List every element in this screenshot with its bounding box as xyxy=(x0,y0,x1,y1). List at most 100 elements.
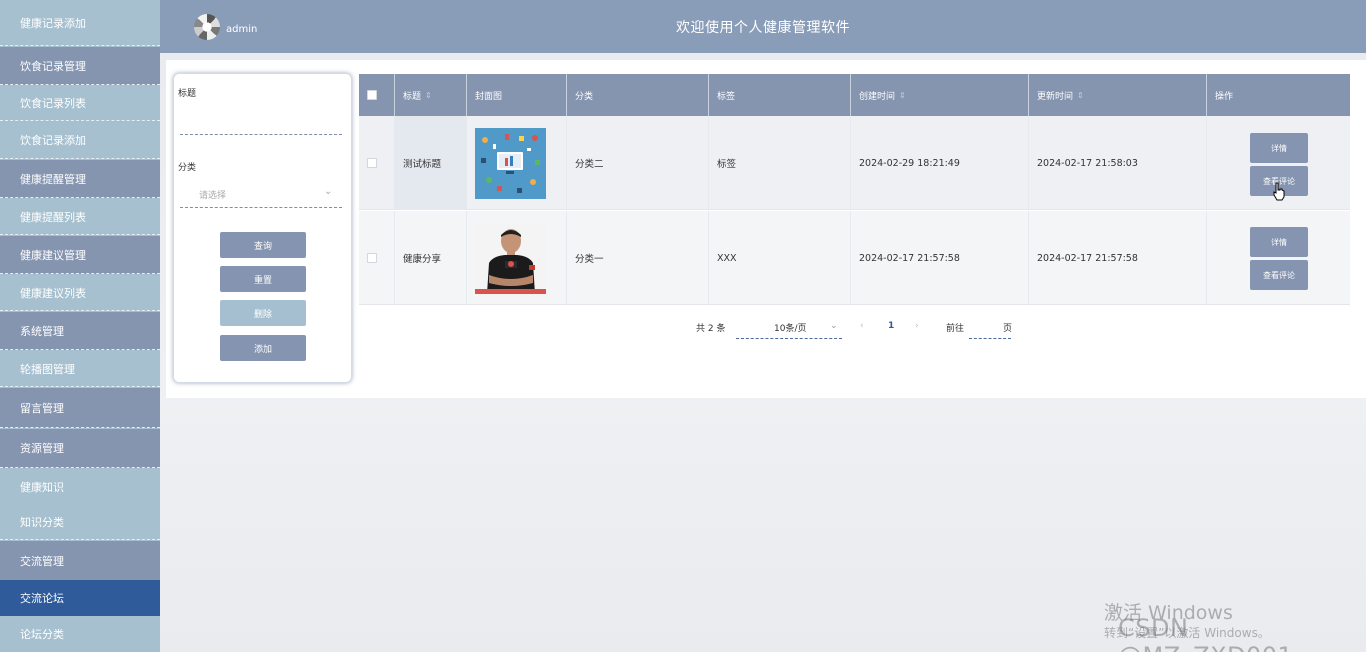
sort-icon[interactable]: ⇕ xyxy=(1077,91,1084,100)
column-label: 标签 xyxy=(717,91,736,102)
page-size-underline xyxy=(736,338,842,339)
sort-icon[interactable]: ⇕ xyxy=(899,91,906,100)
tag-cell: XXX xyxy=(709,211,851,305)
sidebar-item-advice-management[interactable]: 健康建议管理 xyxy=(0,236,160,274)
column-created[interactable]: 创建时间 ⇕ xyxy=(851,74,1029,116)
sidebar-item-reminder-list[interactable]: 健康提醒列表 xyxy=(0,199,160,235)
column-updated[interactable]: 更新时间 ⇕ xyxy=(1029,74,1207,116)
reset-button[interactable]: 重置 xyxy=(220,266,306,292)
sidebar-item-health-knowledge[interactable]: 健康知识 xyxy=(0,469,160,504)
sidebar-item-diet-list[interactable]: 饮食记录列表 xyxy=(0,86,160,121)
select-all-checkbox[interactable] xyxy=(367,90,377,100)
detail-button[interactable]: 详情 xyxy=(1250,133,1308,163)
column-label: 创建时间 xyxy=(859,91,896,102)
column-label: 操作 xyxy=(1215,91,1234,102)
sidebar-item-label: 轮播图管理 xyxy=(20,362,75,376)
select-all-cell xyxy=(359,74,395,116)
updated-cell: 2024-02-17 21:58:03 xyxy=(1029,116,1207,210)
csdn-watermark: CSDN @MZ_ZXD001 xyxy=(1118,614,1293,652)
next-page-icon[interactable]: › xyxy=(915,321,919,331)
category-select-placeholder[interactable]: 请选择 xyxy=(199,188,226,201)
cover-image[interactable] xyxy=(475,222,546,294)
sidebar-item-label: 健康建议列表 xyxy=(20,286,86,300)
detail-button[interactable]: 详情 xyxy=(1250,227,1308,257)
sidebar-item-diet-management[interactable]: 饮食记录管理 xyxy=(0,47,160,85)
sidebar-item-label: 健康建议管理 xyxy=(20,248,86,262)
sort-icon[interactable]: ⇕ xyxy=(425,91,432,100)
sidebar-item-label: 留言管理 xyxy=(20,401,64,415)
hand-cursor-icon xyxy=(1273,182,1285,201)
sidebar-item-label: 饮食记录列表 xyxy=(20,97,86,110)
goto-page-input[interactable] xyxy=(969,338,1011,339)
sidebar-item-label: 健康提醒列表 xyxy=(20,210,86,224)
delete-button[interactable]: 删除 xyxy=(220,300,306,326)
category-select[interactable] xyxy=(180,207,342,208)
sidebar-item-exchange-management[interactable]: 交流管理 xyxy=(0,541,160,580)
sidebar-item-diet-add[interactable]: 饮食记录添加 xyxy=(0,122,160,159)
sidebar-item-label: 论坛分类 xyxy=(20,628,64,641)
top-header: admin 欢迎使用个人健康管理软件 xyxy=(160,0,1366,53)
row-select-cell xyxy=(359,116,395,210)
created-cell: 2024-02-29 18:21:49 xyxy=(851,116,1029,210)
sidebar-item-carousel-management[interactable]: 轮播图管理 xyxy=(0,351,160,387)
page-size-select[interactable]: 10条/页 xyxy=(774,321,807,334)
updated-cell: 2024-02-17 21:57:58 xyxy=(1029,211,1207,305)
table-header: 标题 ⇕ 封面图 分类 标签 创建时间 ⇕ 更新时间 ⇕ 操作 xyxy=(359,74,1350,116)
row-checkbox[interactable] xyxy=(367,253,377,263)
created-cell: 2024-02-17 21:57:58 xyxy=(851,211,1029,305)
goto-suffix: 页 xyxy=(1003,324,1013,334)
cover-cell xyxy=(467,116,567,210)
sidebar-item-forum-category[interactable]: 论坛分类 xyxy=(0,616,160,652)
column-label: 封面图 xyxy=(475,91,503,102)
sidebar-item-advice-list[interactable]: 健康建议列表 xyxy=(0,275,160,311)
column-label: 分类 xyxy=(575,91,594,102)
search-button[interactable]: 查询 xyxy=(220,232,306,258)
sidebar-item-system-management[interactable]: 系统管理 xyxy=(0,312,160,350)
row-checkbox[interactable] xyxy=(367,158,377,168)
chevron-down-icon[interactable]: ⌄ xyxy=(324,186,332,197)
table-row: 测试标题 分类二 标签 2024-02-29 18:21:49 2024-02-… xyxy=(359,116,1350,210)
sidebar-item-label: 交流管理 xyxy=(20,554,64,568)
column-actions: 操作 xyxy=(1207,74,1350,116)
chevron-down-icon[interactable]: ⌄ xyxy=(830,321,838,331)
sidebar-item-label: 系统管理 xyxy=(20,324,64,338)
view-comments-button[interactable]: 查看评论 xyxy=(1250,260,1308,290)
column-label: 更新时间 xyxy=(1037,91,1074,102)
current-page[interactable]: 1 xyxy=(888,321,894,331)
sidebar-item-forum[interactable]: 交流论坛 xyxy=(0,580,160,616)
sidebar: 健康记录添加 饮食记录管理 饮食记录列表 饮食记录添加 健康提醒管理 健康提醒列… xyxy=(0,0,160,652)
tag-cell: 标签 xyxy=(709,116,851,210)
sidebar-item-label: 资源管理 xyxy=(20,442,64,455)
column-tag: 标签 xyxy=(709,74,851,116)
actions-cell xyxy=(1207,211,1350,305)
sidebar-item-label: 健康记录添加 xyxy=(20,16,86,30)
category-filter-label: 分类 xyxy=(178,163,197,173)
column-category: 分类 xyxy=(567,74,709,116)
column-label: 标题 xyxy=(403,91,422,102)
sidebar-item-message-management[interactable]: 留言管理 xyxy=(0,388,160,428)
sidebar-item-reminder-management[interactable]: 健康提醒管理 xyxy=(0,160,160,198)
add-button[interactable]: 添加 xyxy=(220,335,306,361)
category-cell: 分类二 xyxy=(567,116,709,210)
title-input[interactable] xyxy=(180,134,342,135)
prev-page-icon[interactable]: ‹ xyxy=(860,321,864,331)
page-title: 欢迎使用个人健康管理软件 xyxy=(676,20,850,36)
filter-panel: 标题 分类 请选择 ⌄ 查询 重置 删除 添加 xyxy=(173,73,352,383)
sidebar-item-label: 饮食记录添加 xyxy=(20,134,86,147)
sidebar-item-health-record-add[interactable]: 健康记录添加 xyxy=(0,0,160,46)
pagination-total: 共 2 条 xyxy=(696,324,726,334)
table-row: 健康分享 分类一 XXX 2024-02-17 21:57:58 2024-02… xyxy=(359,211,1350,305)
goto-label: 前往 xyxy=(946,324,965,334)
title-cell: 测试标题 xyxy=(395,116,467,210)
title-cell: 健康分享 xyxy=(395,211,467,305)
column-title[interactable]: 标题 ⇕ xyxy=(395,74,467,116)
sidebar-item-label: 健康知识 xyxy=(20,480,64,494)
column-cover: 封面图 xyxy=(467,74,567,116)
row-select-cell xyxy=(359,211,395,305)
sidebar-item-resource-management[interactable]: 资源管理 xyxy=(0,429,160,468)
category-cell: 分类一 xyxy=(567,211,709,305)
sidebar-item-knowledge-category[interactable]: 知识分类 xyxy=(0,504,160,540)
cover-image[interactable] xyxy=(475,127,546,199)
title-filter-label: 标题 xyxy=(178,89,197,99)
sidebar-item-label: 知识分类 xyxy=(20,515,64,529)
